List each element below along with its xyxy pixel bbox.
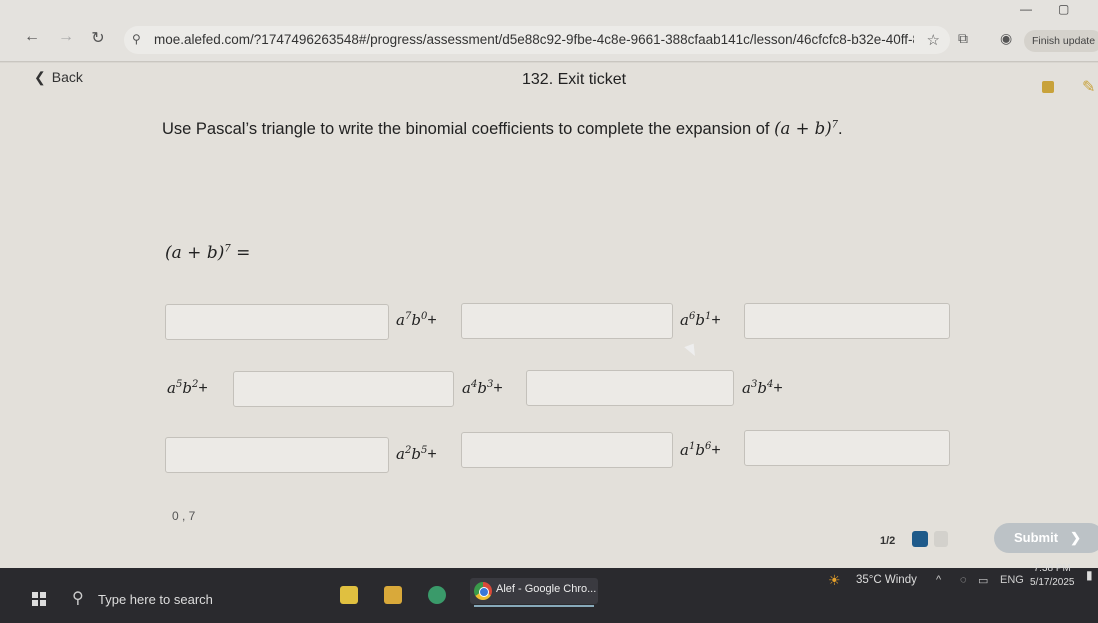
clock[interactable]: 7:38 PM 5/17/2025 bbox=[1030, 562, 1075, 590]
maximize-icon[interactable]: ▢ bbox=[1058, 2, 1069, 16]
battery-icon[interactable]: ▭ bbox=[978, 574, 988, 587]
taskbar-search[interactable]: Type here to search bbox=[98, 592, 213, 607]
windows-taskbar: ⚲ Type here to search Alef - Google Chro… bbox=[0, 563, 1098, 623]
prompt-text: Use Pascal’s triangle to write the binom… bbox=[162, 120, 770, 138]
url-text[interactable]: moe.alefed.com/?1747496263548#/progress/… bbox=[154, 32, 914, 47]
prompt-expression: (a + b)7 bbox=[774, 119, 839, 138]
term-a7b0: a7b0+ bbox=[396, 311, 437, 329]
coefficient-input-7[interactable] bbox=[461, 432, 673, 468]
coefficient-input-3[interactable] bbox=[744, 303, 950, 339]
minimize-icon[interactable]: — bbox=[1020, 2, 1032, 16]
notification-icon[interactable]: ▮ bbox=[1086, 568, 1093, 582]
term-a1b6: a1b6+ bbox=[680, 441, 721, 459]
term-a3b4: a3b4+ bbox=[742, 379, 783, 397]
forward-arrow-icon[interactable]: → bbox=[56, 28, 76, 46]
page-indicator: 1/2 bbox=[880, 535, 896, 547]
pen-icon[interactable]: ✎ bbox=[1082, 77, 1095, 97]
browser-chrome: — ▢ ← → ↻ ⚲ moe.alefed.com/?174749626354… bbox=[0, 0, 1098, 62]
bookmark-star-icon[interactable]: ☆ bbox=[927, 31, 940, 49]
search-icon[interactable]: ⚲ bbox=[72, 588, 84, 608]
network-icon[interactable]: ◌ bbox=[960, 574, 967, 586]
coefficient-input-1[interactable] bbox=[165, 304, 389, 340]
coefficient-input-6[interactable] bbox=[165, 437, 389, 473]
address-bar[interactable]: ⚲ moe.alefed.com/?1747496263548#/progres… bbox=[124, 26, 950, 54]
question-2-dot[interactable] bbox=[934, 531, 948, 547]
back-arrow-icon[interactable]: ← bbox=[22, 28, 42, 46]
chevron-up-icon[interactable]: ^ bbox=[936, 574, 941, 586]
assessment-page: ❮ Back 132. Exit ticket ✎ Use Pascal’s tr… bbox=[0, 63, 1098, 568]
back-label: Back bbox=[51, 69, 83, 85]
coefficient-input-4[interactable] bbox=[233, 371, 454, 407]
submit-button[interactable]: Submit ❯ bbox=[994, 523, 1098, 553]
coefficient-input-2[interactable] bbox=[461, 303, 673, 339]
finish-update-button[interactable]: Finish update bbox=[1024, 30, 1098, 52]
glossary-icon[interactable] bbox=[1042, 81, 1054, 93]
coefficient-input-8[interactable] bbox=[744, 430, 950, 466]
expansion-lhs: (a + b)7 = bbox=[165, 243, 251, 263]
chevron-right-icon: ❯ bbox=[1070, 530, 1081, 545]
term-a2b5: a2b5+ bbox=[396, 445, 437, 463]
file-explorer-icon[interactable] bbox=[384, 586, 402, 604]
chrome-icon bbox=[474, 582, 492, 600]
chevron-left-icon: ❮ bbox=[34, 69, 46, 85]
partial-text: 0 , 7 bbox=[172, 509, 196, 523]
reload-icon[interactable]: ↻ bbox=[88, 28, 108, 48]
site-info-icon[interactable]: ⚲ bbox=[132, 32, 141, 46]
language-indicator[interactable]: ENG bbox=[1000, 574, 1024, 586]
page-title: 132. Exit ticket bbox=[522, 71, 627, 88]
weather-icon[interactable]: ☀ bbox=[828, 572, 841, 589]
term-a6b1: a6b1+ bbox=[680, 311, 721, 329]
tab-strip: — ▢ bbox=[0, 0, 1098, 18]
term-a5b2: a5b2+ bbox=[167, 379, 208, 397]
term-a4b3: a4b3+ bbox=[462, 379, 503, 397]
question-1-dot[interactable] bbox=[912, 531, 928, 547]
calculator-icon[interactable] bbox=[340, 586, 358, 604]
mouse-cursor-icon bbox=[684, 343, 698, 359]
weather-text[interactable]: 35°C Windy bbox=[856, 574, 917, 586]
profile-icon[interactable]: ◉ bbox=[1000, 30, 1012, 47]
back-link[interactable]: ❮ Back bbox=[34, 69, 83, 86]
taskbar-chrome-window[interactable]: Alef - Google Chro... bbox=[470, 578, 598, 607]
windows-start-icon[interactable] bbox=[32, 592, 46, 606]
extension-icon[interactable]: ⧉ bbox=[958, 30, 968, 47]
coefficient-input-5[interactable] bbox=[526, 370, 734, 406]
address-row: ← → ↻ ⚲ moe.alefed.com/?1747496263548#/p… bbox=[0, 20, 1098, 60]
app-icon[interactable] bbox=[428, 586, 446, 604]
question-prompt: Use Pascal’s triangle to write the binom… bbox=[162, 119, 843, 138]
